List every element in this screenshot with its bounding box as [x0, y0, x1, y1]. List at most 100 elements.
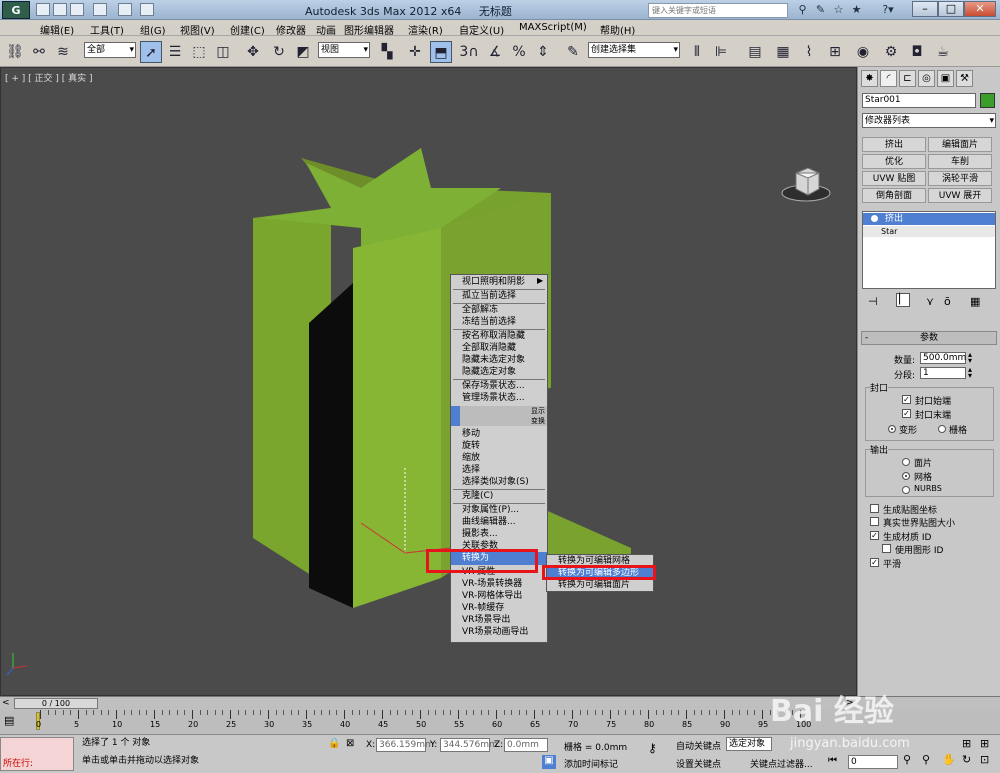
ctx-object-properties[interactable]: 对象属性(P)... — [451, 504, 547, 516]
convert-editable-patch[interactable]: 转换为可编辑面片 — [547, 579, 653, 591]
amount-spinner[interactable]: ▴ ▾ — [968, 351, 972, 365]
create-tab-icon[interactable]: ✸ — [861, 70, 878, 87]
reference-coordinate-select[interactable]: 视图 — [318, 42, 370, 58]
make-unique-icon[interactable]: ⋎ — [926, 295, 934, 308]
mod-lathe-button[interactable]: 车削 — [928, 154, 992, 169]
segments-input[interactable]: 1 — [920, 367, 966, 379]
modify-tab-icon[interactable]: ◜ — [880, 70, 897, 87]
viewcube[interactable] — [781, 163, 831, 203]
motion-tab-icon[interactable]: ◎ — [918, 70, 935, 87]
mod-bevel-profile-button[interactable]: 倒角剖面 — [862, 188, 926, 203]
layer-manager-icon[interactable]: ▤ — [744, 41, 766, 63]
auto-key-button[interactable]: 自动关键点 — [676, 739, 721, 752]
graphite-icon[interactable]: ▦ — [772, 41, 794, 63]
minimize-button[interactable]: – — [912, 1, 938, 17]
pivot-icon[interactable]: ▚ — [376, 41, 398, 63]
angle-snap-icon[interactable]: ∡ — [484, 41, 506, 63]
new-file-icon[interactable] — [36, 3, 50, 16]
render-teapot-icon[interactable]: ☕ — [932, 41, 954, 63]
x-coordinate-field[interactable]: 366.159mm — [376, 738, 434, 752]
mod-uvw-map-button[interactable]: UVW 贴图 — [862, 171, 926, 186]
key-icon[interactable]: ⚷ — [648, 741, 657, 755]
search-input[interactable]: 键入关键字或短语 — [648, 3, 788, 18]
maximize-button[interactable]: □ — [938, 1, 964, 17]
close-button[interactable]: ✕ — [964, 1, 996, 17]
ctx-vr-mesh-export[interactable]: VR-网格体导出 — [451, 590, 547, 602]
mini-curve-editor-icon[interactable]: ▤ — [4, 714, 22, 730]
select-object-icon[interactable]: ➚ — [140, 41, 162, 63]
mod-edit-patch-button[interactable]: 编辑面片 — [928, 137, 992, 152]
snap-toggle-icon[interactable]: 3∩ — [458, 41, 480, 63]
align-icon[interactable]: ⊫ — [710, 41, 732, 63]
edit-named-selection-icon[interactable]: ✎ — [562, 41, 584, 63]
add-time-tag-button[interactable]: 添加时间标记 — [564, 757, 618, 770]
object-name-field[interactable]: Star001 — [862, 93, 976, 108]
ctx-rotate[interactable]: 旋转 — [451, 440, 547, 452]
pin-stack-icon[interactable]: ⊣ — [868, 295, 878, 308]
current-frame-field[interactable]: 0 — [848, 755, 898, 769]
ctx-isolate-selection[interactable]: 孤立当前选择 — [451, 290, 547, 302]
ctx-vr-animation-export[interactable]: VR场景动画导出 — [451, 626, 547, 638]
params-rollout-header[interactable]: - 参数 — [861, 331, 997, 345]
maxscript-listener[interactable]: 所在行: — [0, 737, 74, 771]
remove-modifier-icon[interactable]: ō — [944, 295, 951, 308]
star-icon[interactable]: ☆ — [831, 3, 846, 17]
zoom-all-icon[interactable]: ⚲ — [922, 753, 930, 766]
schematic-view-icon[interactable]: ⊞ — [824, 41, 846, 63]
stack-item-extrude[interactable]: 挤出 — [863, 213, 995, 225]
mirror-icon[interactable]: ⫴ — [686, 41, 708, 63]
mod-extrude-button[interactable]: 挤出 — [862, 137, 926, 152]
ctx-curve-editor[interactable]: 曲线编辑器... — [451, 516, 547, 528]
unlink-icon[interactable]: ⚯ — [28, 41, 50, 63]
output-nurbs-radio[interactable] — [902, 486, 910, 494]
favorites-icon[interactable]: ★ — [849, 3, 864, 17]
quick-access-dropdown-icon[interactable] — [140, 3, 154, 16]
zoom-extents-icon[interactable]: ⊞ — [962, 737, 971, 750]
bind-space-warp-icon[interactable]: ≋ — [52, 41, 74, 63]
redo-icon[interactable] — [118, 3, 132, 16]
material-editor-icon[interactable]: ◉ — [852, 41, 874, 63]
named-selection-select[interactable]: 创建选择集 — [588, 42, 680, 58]
viewport[interactable]: [ + ] [ 正交 ] [ 真实 ] 视口照明和阴影 ▶ 孤立当前选择 全部解… — [0, 67, 857, 696]
smooth-checkbox[interactable]: ✓ — [870, 558, 879, 567]
menu-create[interactable]: 创建(C) — [230, 22, 265, 37]
ctx-freeze-selection[interactable]: 冻结当前选择 — [451, 316, 547, 328]
scale-icon[interactable]: ◩ — [292, 41, 314, 63]
ctx-vr-frame-buffer[interactable]: VR-帧缓存 — [451, 602, 547, 614]
amount-input[interactable]: 500.0mm — [920, 352, 966, 364]
binoculars-icon[interactable]: ⚲ — [795, 3, 810, 17]
ctx-dope-sheet[interactable]: 摄影表... — [451, 528, 547, 540]
zoom-icon[interactable]: ⚲ — [903, 753, 911, 766]
ctx-scale[interactable]: 缩放 — [451, 452, 547, 464]
use-shape-id-checkbox[interactable] — [882, 544, 891, 553]
percent-snap-icon[interactable]: % — [508, 41, 530, 63]
time-slider-thumb[interactable]: 0 / 100 — [14, 698, 98, 709]
key-mode-select[interactable]: 选定对象 — [726, 737, 772, 751]
ctx-move[interactable]: 移动 — [451, 428, 547, 440]
z-coordinate-field[interactable]: 0.0mm — [504, 738, 548, 752]
link-icon[interactable]: ⛓ — [4, 41, 26, 63]
menu-rendering[interactable]: 渲染(R) — [408, 22, 443, 37]
utilities-tab-icon[interactable]: ⚒ — [956, 70, 973, 87]
ctx-unhide-by-name[interactable]: 按名称取消隐藏 — [451, 330, 547, 342]
field-of-view-icon[interactable]: ⊞ — [980, 737, 989, 750]
move-icon[interactable]: ✥ — [242, 41, 264, 63]
ctx-unfreeze-all[interactable]: 全部解冻 — [451, 304, 547, 316]
grid-radio[interactable] — [938, 425, 946, 433]
orbit-icon[interactable]: ↻ — [962, 753, 971, 766]
ctx-select-similar[interactable]: 选择类似对象(S) — [451, 476, 547, 488]
curve-editor-icon[interactable]: ⌇ — [798, 41, 820, 63]
mod-optimize-button[interactable]: 优化 — [862, 154, 926, 169]
menu-animation[interactable]: 动画 — [316, 22, 336, 37]
segments-spinner[interactable]: ▴ ▾ — [968, 366, 972, 380]
manipulate-icon[interactable]: ✛ — [404, 41, 426, 63]
cap-start-checkbox[interactable]: ✓ — [902, 395, 911, 404]
ctx-clone[interactable]: 克隆(C) — [451, 490, 547, 502]
gen-mapping-checkbox[interactable] — [870, 504, 879, 513]
modifier-list-select[interactable]: 修改器列表 — [862, 113, 996, 128]
menu-customize[interactable]: 自定义(U) — [459, 22, 504, 37]
gen-matid-checkbox[interactable]: ✓ — [870, 531, 879, 540]
window-crossing-icon[interactable]: ◫ — [212, 41, 234, 63]
ctx-hide-selection[interactable]: 隐藏选定对象 — [451, 366, 547, 378]
open-file-icon[interactable] — [53, 3, 67, 16]
